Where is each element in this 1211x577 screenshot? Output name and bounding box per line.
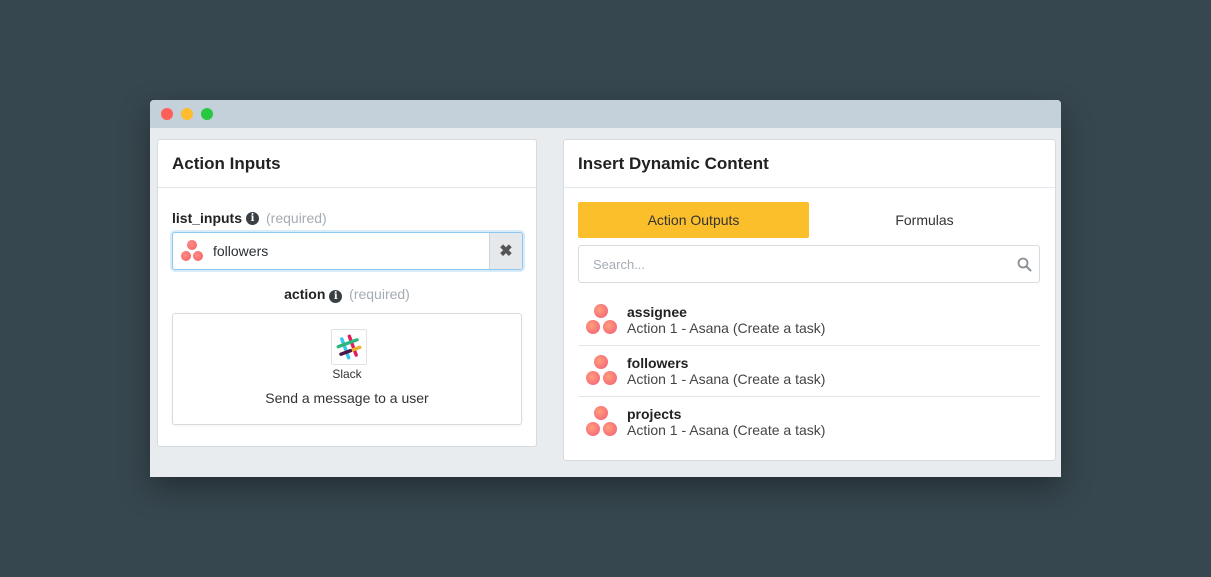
asana-icon bbox=[584, 404, 620, 440]
tab-action-outputs[interactable]: Action Outputs bbox=[578, 202, 809, 238]
action-inputs-panel: Action Inputs list_inputs i (required) f… bbox=[157, 139, 537, 447]
minimize-window-button[interactable] bbox=[181, 108, 193, 120]
list-item-name: projects bbox=[627, 406, 682, 422]
slack-icon bbox=[331, 329, 367, 365]
list-item-source: Action 1 - Asana (Create a task) bbox=[627, 320, 826, 336]
list-item-text: assignee Action 1 - Asana (Create a task… bbox=[627, 304, 825, 336]
list-item[interactable]: assignee Action 1 - Asana (Create a task… bbox=[578, 295, 1040, 346]
asana-icon bbox=[179, 238, 205, 264]
search-box bbox=[578, 245, 1040, 283]
app-window: Action Inputs list_inputs i (required) f… bbox=[150, 100, 1061, 477]
action-label: action i (required) bbox=[158, 286, 536, 303]
search-icon[interactable] bbox=[1009, 257, 1039, 272]
list-item-name: followers bbox=[627, 355, 689, 371]
list-item[interactable]: projects Action 1 - Asana (Create a task… bbox=[578, 397, 1040, 447]
action-label-text: action bbox=[284, 286, 326, 302]
content-tabs: Action Outputs Formulas bbox=[578, 202, 1040, 238]
action-description: Send a message to a user bbox=[265, 390, 429, 406]
tab-formulas[interactable]: Formulas bbox=[809, 202, 1040, 238]
close-window-button[interactable] bbox=[161, 108, 173, 120]
list-inputs-value-pill[interactable]: followers bbox=[173, 233, 489, 269]
list-inputs-field[interactable]: followers ✖ bbox=[172, 232, 523, 270]
title-bar bbox=[150, 100, 1061, 128]
required-hint: (required) bbox=[266, 210, 327, 226]
dynamic-content-panel: Insert Dynamic Content Action Outputs Fo… bbox=[563, 139, 1056, 461]
list-item-text: followers Action 1 - Asana (Create a tas… bbox=[627, 355, 825, 387]
app-name: Slack bbox=[332, 367, 362, 381]
asana-icon bbox=[584, 353, 620, 389]
list-item-source: Action 1 - Asana (Create a task) bbox=[627, 371, 826, 387]
list-item-name: assignee bbox=[627, 304, 687, 320]
action-card[interactable]: Slack Send a message to a user bbox=[172, 313, 522, 425]
list-item-text: projects Action 1 - Asana (Create a task… bbox=[627, 406, 825, 438]
required-hint: (required) bbox=[349, 286, 410, 302]
close-icon: ✖ bbox=[499, 243, 513, 260]
dynamic-content-title: Insert Dynamic Content bbox=[564, 140, 1055, 188]
maximize-window-button[interactable] bbox=[201, 108, 213, 120]
clear-input-button[interactable]: ✖ bbox=[489, 233, 522, 269]
list-item[interactable]: followers Action 1 - Asana (Create a tas… bbox=[578, 346, 1040, 397]
info-icon[interactable]: i bbox=[329, 290, 343, 303]
list-inputs-label: list_inputs i (required) bbox=[172, 210, 327, 226]
list-item-source: Action 1 - Asana (Create a task) bbox=[627, 422, 826, 438]
dynamic-content-list: assignee Action 1 - Asana (Create a task… bbox=[578, 295, 1040, 447]
list-inputs-value: followers bbox=[213, 243, 269, 259]
list-inputs-label-text: list_inputs bbox=[172, 210, 243, 226]
action-inputs-title: Action Inputs bbox=[158, 140, 536, 188]
asana-icon bbox=[584, 302, 620, 338]
search-input[interactable] bbox=[579, 255, 1009, 273]
info-icon[interactable]: i bbox=[246, 211, 260, 225]
